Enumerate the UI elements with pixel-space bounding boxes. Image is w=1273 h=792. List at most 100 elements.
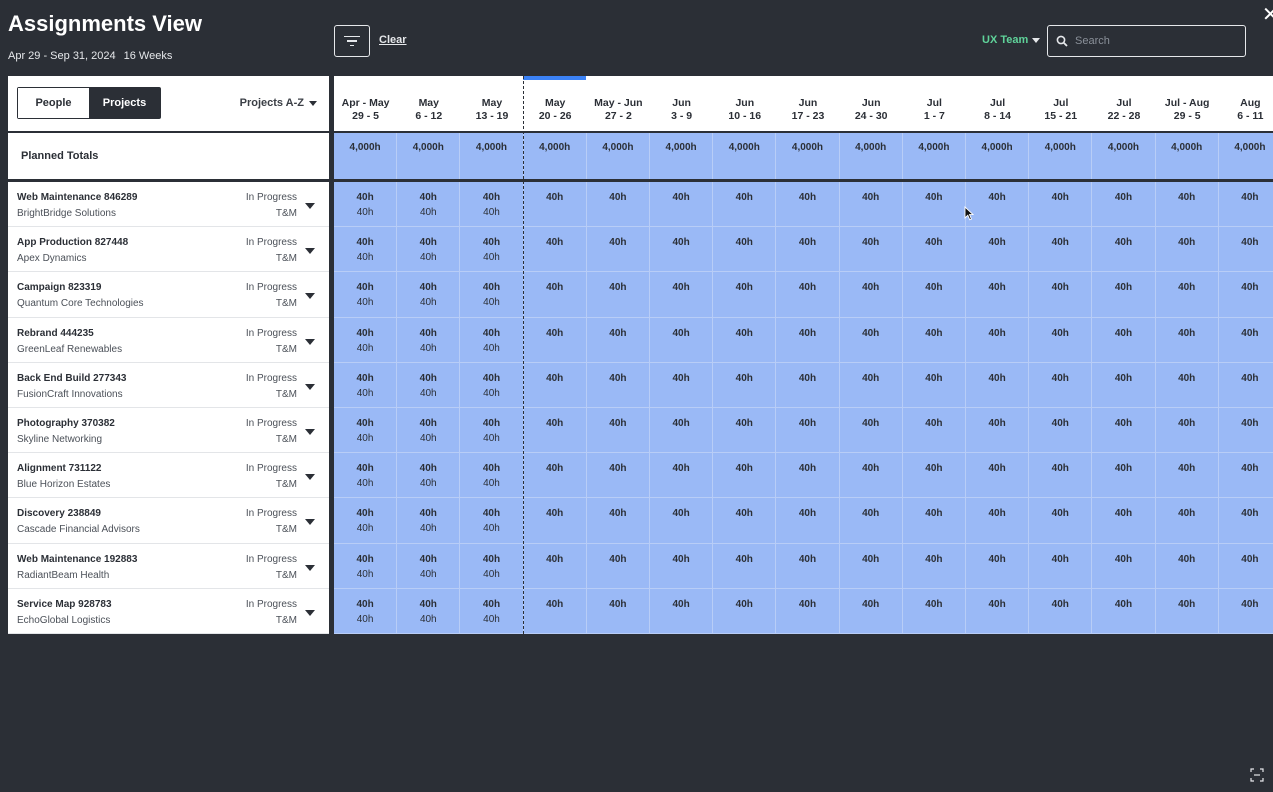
assignment-cell[interactable]: 40h [1029,498,1093,544]
assignment-cell[interactable]: 40h [839,408,903,454]
assignment-cell[interactable]: 40h [586,272,650,318]
assignment-cell[interactable]: 40h 40h [460,543,524,589]
assignment-cell[interactable]: 40h [902,408,966,454]
assignment-cell[interactable]: 40h [586,408,650,454]
assignment-cell[interactable]: 40h [776,227,840,273]
project-row[interactable]: Photography 370382 Skyline Networking In P… [8,408,329,454]
assignment-cell[interactable]: 40h [586,182,650,228]
assignment-cell[interactable]: 40h [713,588,777,634]
assignment-cell[interactable]: 40h 40h [460,453,524,499]
assignment-cell[interactable]: 40h 40h [397,182,461,228]
assignment-cell[interactable]: 40h [776,317,840,363]
assignment-cell[interactable]: 40h [523,453,587,499]
assignment-cell[interactable]: 40h [1092,317,1156,363]
assignment-cell[interactable]: 40h [1218,544,1273,589]
assignment-cell[interactable]: 40h [586,498,650,544]
assignment-cell[interactable]: 40h [776,453,840,499]
assignment-cell[interactable]: 40h [1155,317,1219,363]
assignment-cell[interactable]: 40h [650,272,714,318]
assignment-cell[interactable]: 40h [1218,498,1273,544]
assignment-cell[interactable]: 40h 40h [334,498,398,544]
assignment-cell[interactable]: 40h [713,362,777,408]
assignment-cell[interactable]: 40h [839,453,903,499]
assignment-cell[interactable]: 40h [1218,363,1273,408]
assignment-cell[interactable]: 40h [1029,453,1093,499]
assignment-cell[interactable]: 40h [1155,272,1219,318]
assignment-cell[interactable]: 40h [1155,362,1219,408]
close-icon[interactable]: ✕ [1262,2,1273,27]
assignment-cell[interactable]: 40h [776,498,840,544]
assignment-cell[interactable]: 40h [1092,227,1156,273]
assignment-cell[interactable]: 40h [966,543,1030,589]
expand-caret-icon[interactable] [305,474,315,481]
assignment-cell[interactable]: 40h 40h [460,227,524,273]
assignment-cell[interactable]: 40h [713,317,777,363]
assignment-cell[interactable]: 40h 40h [397,408,461,454]
assignment-cell[interactable]: 40h [839,272,903,318]
assignment-cell[interactable]: 40h [1092,272,1156,318]
assignment-cell[interactable]: 40h [713,227,777,273]
assignment-cell[interactable]: 40h [1092,408,1156,454]
assignment-cell[interactable]: 40h 40h [460,498,524,544]
expand-caret-icon[interactable] [305,248,315,255]
assignment-cell[interactable]: 40h [650,453,714,499]
assignment-cell[interactable]: 40h [1092,182,1156,228]
assignment-cell[interactable]: 40h 40h [397,362,461,408]
assignment-cell[interactable]: 40h [523,272,587,318]
assignment-cell[interactable]: 40h 40h [397,498,461,544]
sort-dropdown[interactable]: Projects A-Z [240,97,317,109]
assignment-cell[interactable]: 40h 40h [460,362,524,408]
assignment-cell[interactable]: 40h [650,317,714,363]
expand-caret-icon[interactable] [305,293,315,300]
assignment-cell[interactable]: 40h [776,362,840,408]
assignment-cell[interactable]: 40h [902,588,966,634]
assignment-cell[interactable]: 40h [713,272,777,318]
assignment-cell[interactable]: 40h [839,182,903,228]
expand-caret-icon[interactable] [305,203,315,209]
assignment-cell[interactable]: 40h [1155,408,1219,454]
assignment-cell[interactable]: 40h [966,227,1030,273]
assignment-cell[interactable]: 40h [1029,317,1093,363]
assignment-cell[interactable]: 40h 40h [334,588,398,634]
assignment-cell[interactable]: 40h [839,588,903,634]
assignment-cell[interactable]: 40h [1092,362,1156,408]
assignment-cell[interactable]: 40h [1218,408,1273,454]
assignment-cell[interactable]: 40h [1092,543,1156,589]
assignment-cell[interactable]: 40h [523,408,587,454]
project-row[interactable]: App Production 827448 Apex Dynamics In Pro… [8,227,329,273]
expand-caret-icon[interactable] [305,564,315,571]
filter-button[interactable] [334,25,370,57]
assignment-cell[interactable]: 40h 40h [334,227,398,273]
assignment-cell[interactable]: 40h [1092,453,1156,499]
assignment-cell[interactable]: 40h [1155,498,1219,544]
team-dropdown[interactable]: UX Team [982,34,1041,46]
assignment-cell[interactable]: 40h 40h [460,408,524,454]
assignment-cell[interactable]: 40h [1155,543,1219,589]
assignment-cell[interactable]: 40h [1029,182,1093,228]
assignment-cell[interactable]: 40h 40h [460,588,524,634]
assignment-cell[interactable]: 40h [776,182,840,228]
assignment-cell[interactable]: 40h [902,543,966,589]
assignment-cell[interactable]: 40h [1218,182,1273,228]
assignment-cell[interactable]: 40h [1029,362,1093,408]
assignment-cell[interactable]: 40h [776,588,840,634]
project-row[interactable]: Web Maintenance 192883 RadiantBeam Health… [8,544,329,589]
assignment-cell[interactable]: 40h [902,453,966,499]
project-row[interactable]: Rebrand 444235 GreenLeaf Renewables In Pro… [8,318,329,363]
assignment-cell[interactable]: 40h [902,272,966,318]
assignment-cell[interactable]: 40h [586,227,650,273]
assignment-cell[interactable]: 40h [1029,543,1093,589]
assignment-cell[interactable]: 40h [713,408,777,454]
project-row[interactable]: Web Maintenance 846289 BrightBridge Solut… [8,182,329,228]
assignment-cell[interactable]: 40h [1218,318,1273,363]
assignment-cell[interactable]: 40h [776,272,840,318]
assignment-cell[interactable]: 40h [1029,588,1093,634]
assignment-cell[interactable]: 40h [839,227,903,273]
assignment-cell[interactable]: 40h 40h [334,182,398,228]
assignment-cell[interactable]: 40h [1029,272,1093,318]
expand-caret-icon[interactable] [305,519,315,526]
screenshot-icon[interactable] [1250,768,1264,782]
assignment-cell[interactable]: 40h 40h [334,543,398,589]
project-row[interactable]: Service Map 928783 EchoGlobal Logistics In… [8,589,329,634]
assignment-cell[interactable]: 40h [586,588,650,634]
